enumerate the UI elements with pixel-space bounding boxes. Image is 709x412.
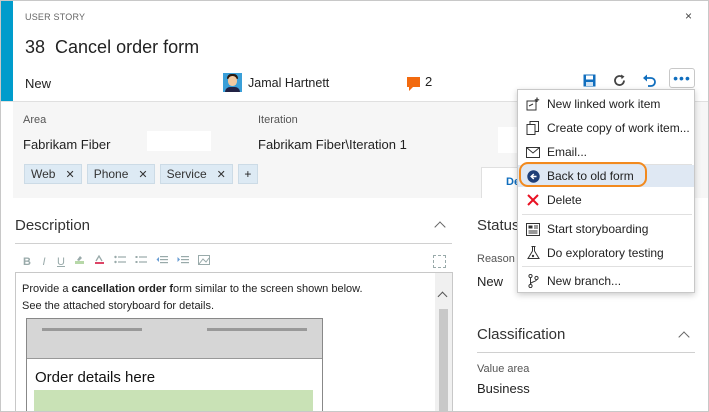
back-arrow-icon — [526, 169, 540, 183]
work-item-id: 38 — [25, 37, 46, 57]
refresh-icon[interactable] — [609, 71, 629, 89]
tag-phone[interactable]: Phone ✕ — [86, 164, 155, 184]
description-line1-bold: cancellation order f — [71, 283, 174, 295]
work-item-title[interactable]: 38 Cancel order form — [25, 37, 199, 58]
iteration-field[interactable]: Fabrikam Fiber\Iteration 1 — [258, 137, 407, 152]
comment-count: 2 — [425, 74, 433, 89]
delete-icon — [526, 193, 540, 207]
menu-item-back-to-old-form[interactable]: Back to old form — [518, 165, 694, 187]
underline-button[interactable]: U — [57, 256, 65, 268]
menu-item-label: Create copy of work item... — [547, 121, 690, 135]
highlight-icon[interactable] — [74, 255, 85, 268]
mock-bar — [207, 328, 307, 331]
iteration-label: Iteration — [258, 114, 298, 126]
assignee-name: Jamal Hartnett — [248, 75, 330, 90]
value-area-label: Value area — [477, 363, 530, 375]
tag-label: Phone — [93, 167, 129, 181]
outdent-icon[interactable] — [156, 255, 168, 268]
scroll-up-icon[interactable] — [437, 291, 448, 302]
numbered-list-icon[interactable] — [135, 255, 147, 268]
rich-text-toolbar: B I U — [23, 254, 210, 268]
menu-item-label: Do exploratory testing — [547, 246, 664, 260]
state-field[interactable]: New — [25, 76, 51, 91]
classification-divider — [477, 352, 695, 353]
menu-item-label: Email... — [547, 145, 588, 159]
copy-icon — [526, 121, 540, 135]
status-heading: Status — [477, 217, 520, 234]
editor-scrollbar[interactable] — [435, 273, 452, 411]
description-heading: Description — [15, 217, 91, 234]
email-icon — [526, 145, 540, 159]
mock-bar — [42, 328, 142, 331]
description-line1-pre: Provide a — [22, 283, 72, 295]
tag-web[interactable]: Web ✕ — [24, 164, 82, 184]
storyboard-image: Order details here — [26, 318, 323, 411]
discussion-count[interactable]: 2 — [407, 74, 433, 91]
collapse-chevron-icon[interactable] — [434, 221, 446, 233]
description-editor[interactable]: Provide a cancellation order form simila… — [15, 272, 453, 411]
reason-field[interactable]: New — [477, 274, 503, 289]
tag-remove-icon[interactable]: ✕ — [65, 168, 74, 181]
flask-icon — [526, 246, 540, 260]
menu-item-label: Start storyboarding — [547, 222, 649, 236]
branch-icon — [526, 274, 540, 288]
more-actions-menu: New linked work item Create copy of work… — [517, 89, 695, 293]
comment-icon — [407, 76, 420, 91]
tag-remove-icon[interactable]: ✕ — [217, 168, 226, 181]
add-tag-button[interactable]: + — [237, 164, 258, 184]
description-divider — [15, 243, 452, 244]
menu-separator — [522, 214, 692, 215]
assigned-to-field[interactable]: Jamal Hartnett — [223, 73, 329, 92]
close-icon[interactable]: × — [685, 9, 692, 23]
work-item-type-label: USER STORY — [25, 12, 86, 22]
work-item-title-text: Cancel order form — [55, 37, 200, 57]
description-line2: See the attached storyboard for details. — [22, 300, 215, 312]
tag-service[interactable]: Service ✕ — [159, 164, 233, 184]
storyboard-title: Order details here — [35, 369, 156, 386]
font-color-icon[interactable] — [94, 254, 105, 268]
area-field[interactable]: Fabrikam Fiber — [23, 137, 110, 152]
tag-label: Web — [31, 167, 56, 181]
menu-item-label: New branch... — [547, 274, 622, 288]
new-linked-icon — [526, 97, 540, 111]
tag-label: Service — [166, 167, 207, 181]
bold-button[interactable]: B — [23, 256, 31, 268]
italic-button[interactable]: I — [40, 256, 48, 268]
classification-heading: Classification — [477, 326, 566, 343]
indent-icon[interactable] — [177, 255, 189, 268]
storyboard-icon — [526, 222, 540, 236]
value-area-field[interactable]: Business — [477, 381, 530, 396]
menu-item-new-branch[interactable]: New branch... — [518, 270, 694, 292]
menu-item-delete[interactable]: Delete — [518, 189, 694, 211]
more-actions-button[interactable]: ••• — [669, 68, 695, 88]
menu-item-create-copy[interactable]: Create copy of work item... — [518, 117, 694, 139]
work-item-form: USER STORY × 38 Cancel order form New Jam… — [0, 0, 709, 412]
menu-item-label: Back to old form — [547, 169, 634, 183]
avatar — [223, 73, 242, 92]
tag-remove-icon[interactable]: ✕ — [138, 168, 147, 181]
insert-image-icon[interactable] — [198, 255, 210, 268]
description-text: Provide a cancellation order form simila… — [22, 281, 363, 315]
menu-item-label: New linked work item — [547, 97, 661, 111]
reason-label: Reason — [477, 253, 515, 265]
expand-editor-icon[interactable] — [433, 255, 446, 268]
menu-item-new-linked-work-item[interactable]: New linked work item — [518, 93, 694, 115]
menu-item-label: Delete — [547, 193, 582, 207]
save-icon[interactable] — [579, 71, 599, 89]
collapse-chevron-icon[interactable] — [678, 331, 690, 343]
bullet-list-icon[interactable] — [114, 255, 126, 268]
work-item-type-color-bar — [1, 1, 13, 101]
scroll-thumb[interactable] — [439, 309, 448, 411]
menu-separator — [522, 266, 692, 267]
description-line1-post: orm similar to the screen shown below. — [173, 283, 363, 295]
storyboard-header — [27, 319, 322, 359]
storyboard-green-block — [34, 390, 313, 411]
area-label: Area — [23, 114, 47, 126]
menu-item-exploratory-testing[interactable]: Do exploratory testing — [518, 242, 694, 264]
tag-list: Web ✕ Phone ✕ Service ✕ + — [24, 164, 258, 184]
undo-icon[interactable] — [639, 71, 659, 89]
menu-item-email[interactable]: Email... — [518, 141, 694, 163]
area-field-box — [147, 131, 211, 151]
menu-item-start-storyboarding[interactable]: Start storyboarding — [518, 218, 694, 240]
